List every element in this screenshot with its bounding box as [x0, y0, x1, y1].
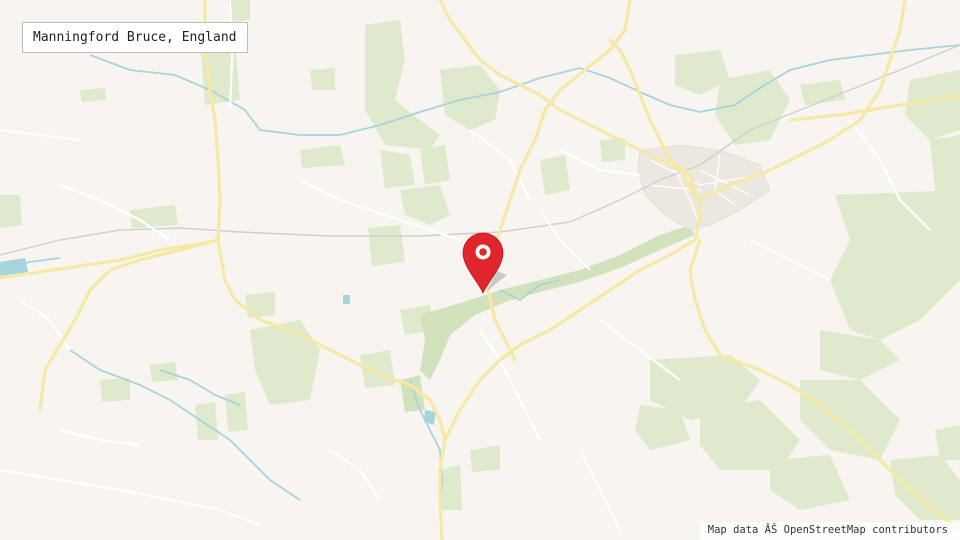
map-tiles[interactable]: [0, 0, 960, 540]
map-pin-center: [479, 248, 487, 256]
map-attribution[interactable]: Map data ÂŠ OpenStreetMap contributors: [699, 522, 960, 540]
place-name-label: Manningford Bruce, England: [22, 22, 248, 53]
map-canvas[interactable]: [0, 0, 960, 540]
